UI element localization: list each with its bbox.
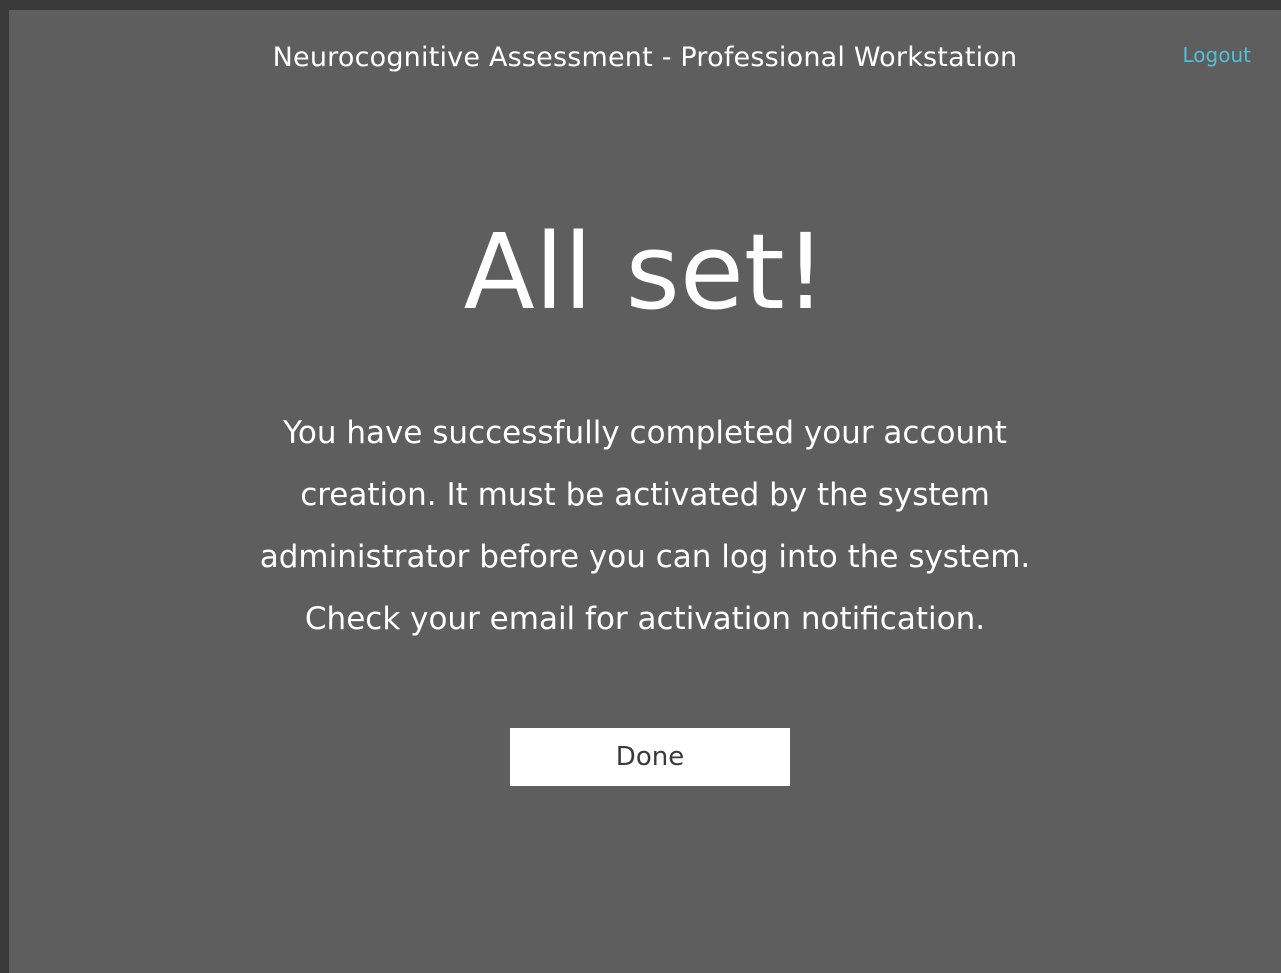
confirmation-message: You have successfully completed your acc… [189,402,1101,650]
page-title: Neurocognitive Assessment - Professional… [272,42,1018,73]
message-line: administrator before you can log into th… [259,539,1031,575]
app-window: Neurocognitive Assessment - Professional… [9,10,1281,973]
success-headline: All set! [463,211,827,333]
logout-link[interactable]: Logout [1183,43,1251,67]
message-line: creation. It must be activated by the sy… [300,477,990,513]
done-button[interactable]: Done [510,728,790,786]
message-line: You have successfully completed your acc… [283,415,1007,451]
message-line: Check your email for activation notifica… [304,601,986,637]
